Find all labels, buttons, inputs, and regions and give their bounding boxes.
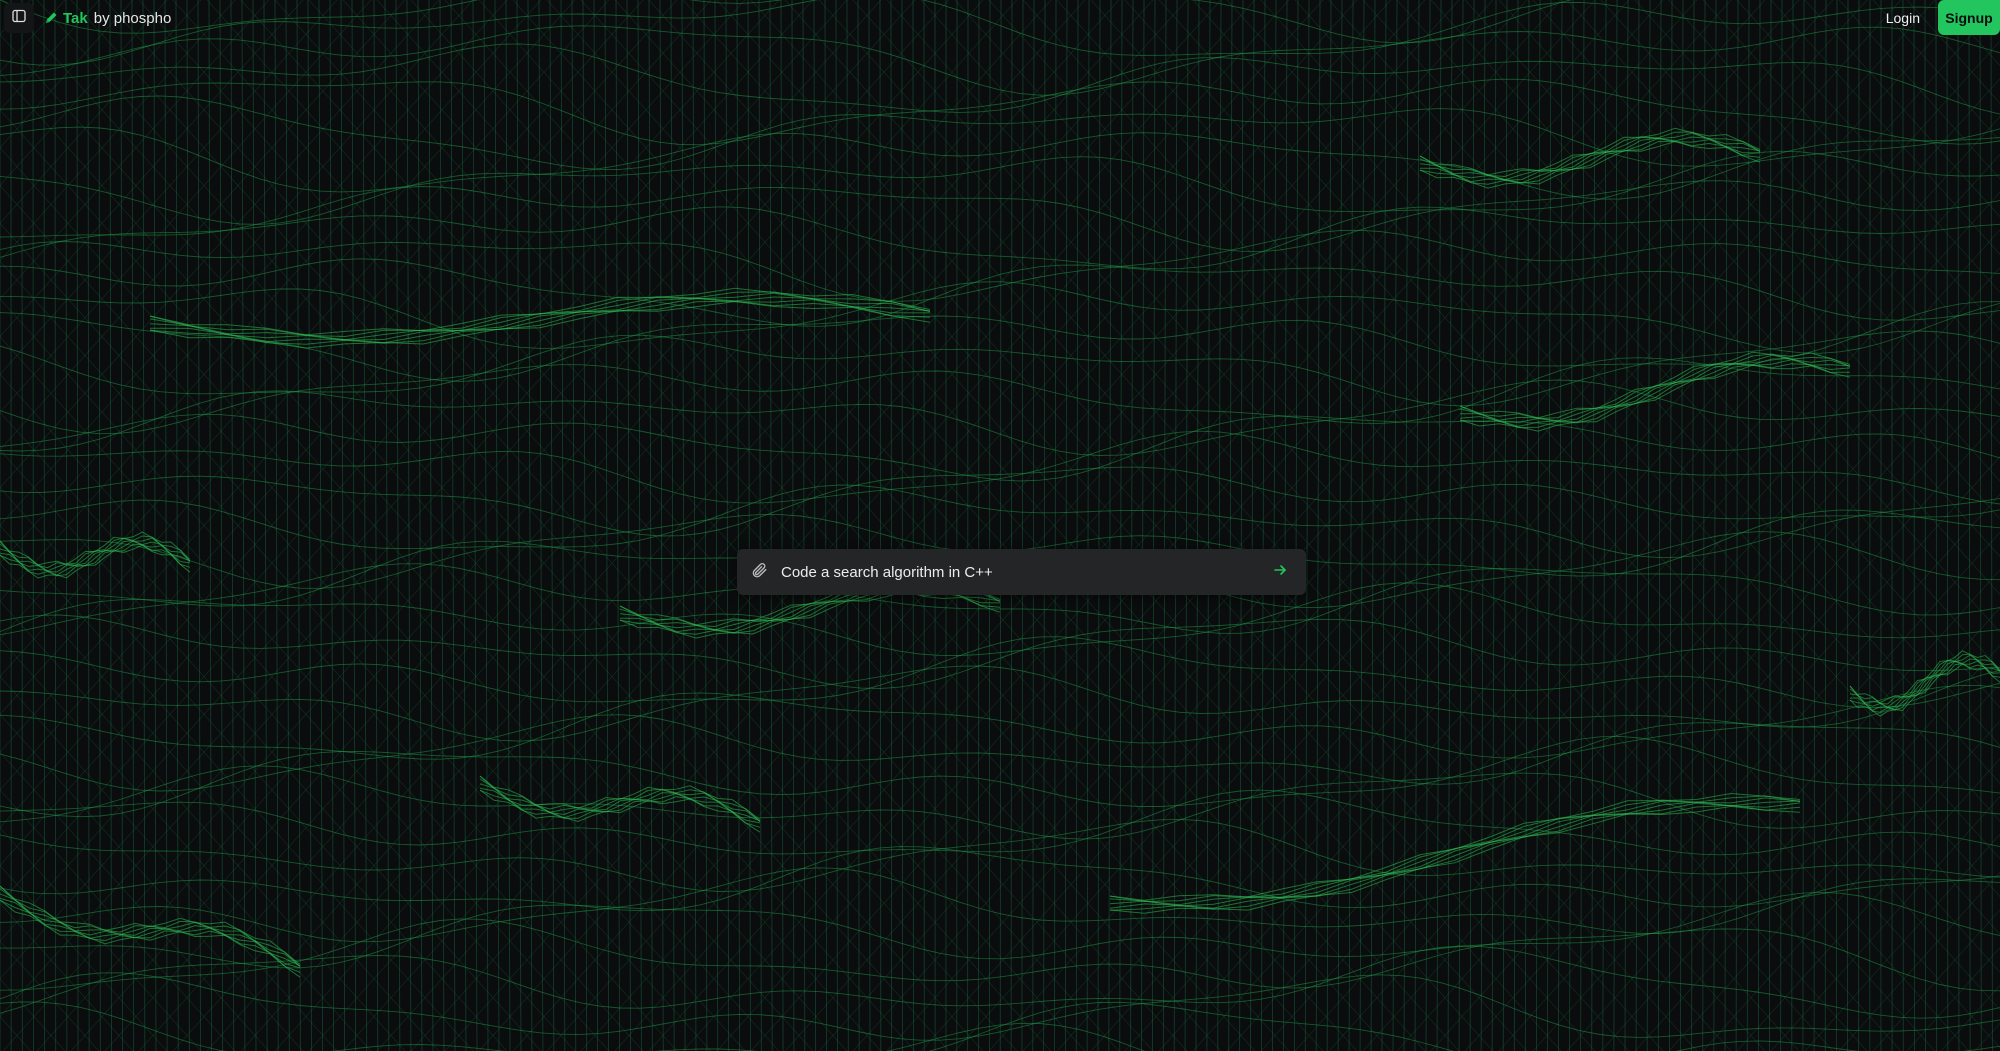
arrow-right-icon: [1273, 563, 1287, 582]
signup-button[interactable]: Signup: [1938, 0, 2000, 35]
sidebar-panel-icon: [12, 9, 26, 28]
login-button[interactable]: Login: [1876, 5, 1930, 31]
pen-icon: [44, 11, 58, 25]
sidebar-toggle-button[interactable]: [4, 3, 34, 33]
app-root: Tak by phospho Login Signup: [0, 0, 2000, 1051]
paperclip-icon: [750, 561, 768, 584]
brand[interactable]: Tak by phospho: [44, 7, 171, 29]
wave-mesh-background: [0, 0, 2000, 1051]
attach-file-button[interactable]: [747, 560, 771, 584]
brand-suffix: by phospho: [93, 9, 172, 27]
top-bar: Tak by phospho Login Signup: [0, 0, 2000, 36]
send-button[interactable]: [1270, 562, 1290, 582]
prompt-input[interactable]: [781, 557, 1241, 587]
prompt-box: [737, 549, 1306, 595]
brand-name: Tak: [63, 9, 88, 27]
